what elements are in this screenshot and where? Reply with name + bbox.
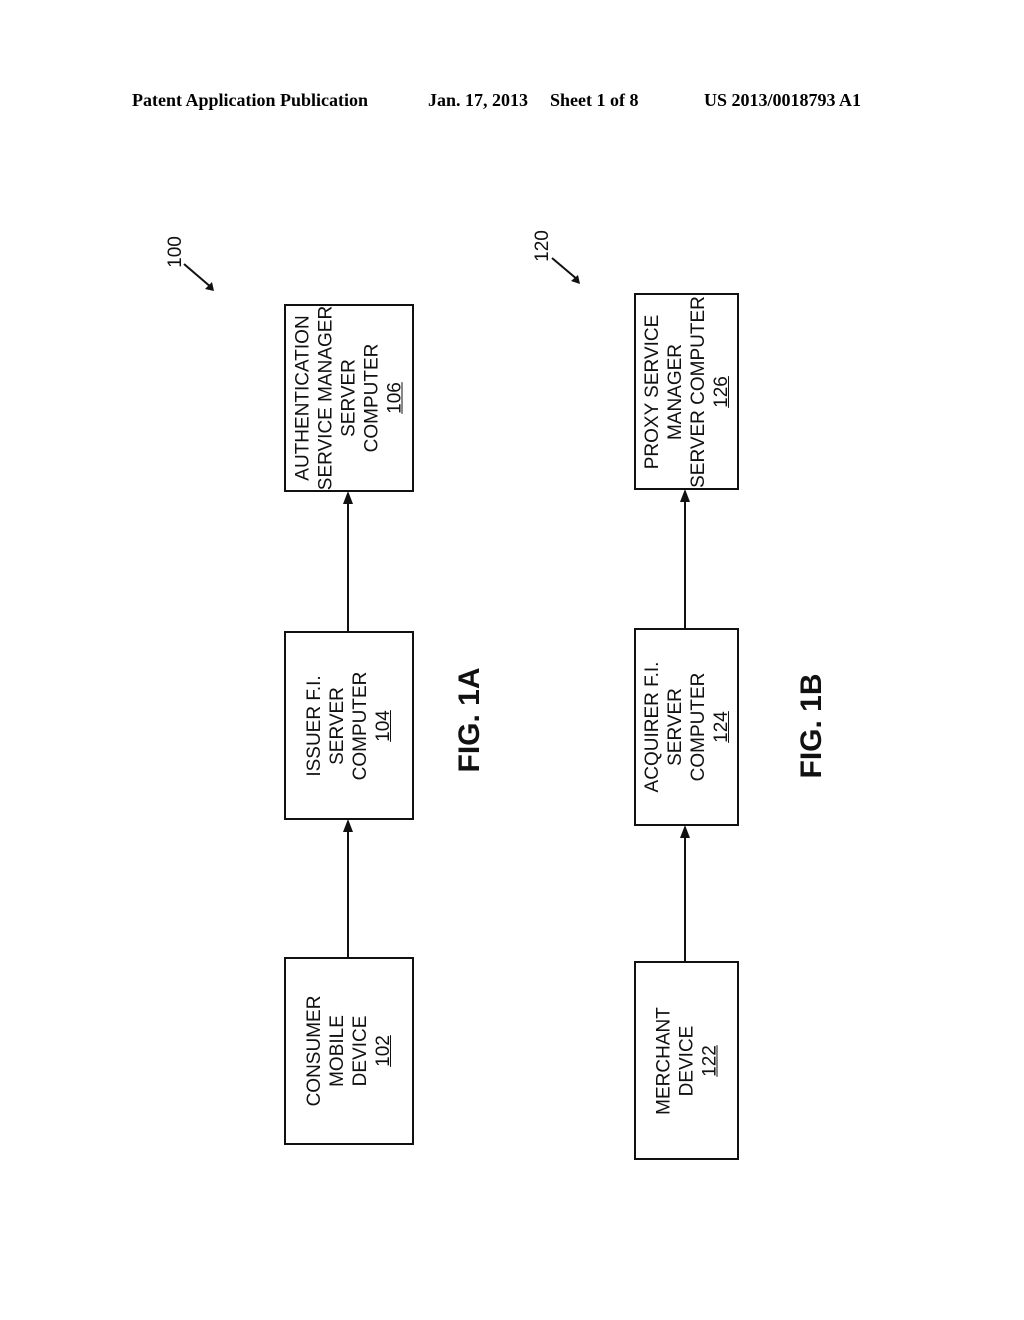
box-ref-numeral: 124 <box>710 711 732 743</box>
box-merchant-device: MERCHANT DEVICE 122 <box>634 961 739 1160</box>
box-label: AUTHENTICATION SERVICE MANAGER SERVER CO… <box>292 306 407 490</box>
box-line: MOBILE <box>327 1015 348 1087</box>
connector-arrows <box>183 257 690 961</box>
box-line: AUTHENTICATION <box>292 315 314 481</box>
box-label: ACQUIRER F.I. SERVER COMPUTER 124 <box>641 662 733 793</box>
box-label: CONSUMER MOBILE DEVICE 102 <box>303 996 395 1107</box>
box-line: SERVER <box>327 686 348 765</box>
box-line: SERVER <box>338 359 360 437</box>
box-consumer-mobile-device: CONSUMER MOBILE DEVICE 102 <box>284 957 414 1145</box>
box-proxy-service-manager: PROXY SERVICE MANAGER SERVER COMPUTER 12… <box>634 293 739 490</box>
box-line: SERVICE MANAGER <box>315 305 337 491</box>
ref-numeral-100: 100 <box>165 236 186 268</box>
box-line: MERCHANT <box>653 1006 674 1115</box>
box-line: ISSUER F.I. <box>304 674 325 777</box>
box-line: DEVICE <box>676 1025 697 1096</box>
box-label: ISSUER F.I. SERVER COMPUTER 104 <box>303 671 395 780</box>
ref-arrow-100 <box>183 263 213 289</box>
box-line: COMPUTER <box>687 672 709 782</box>
box-label: MERCHANT DEVICE 122 <box>652 1007 721 1115</box>
box-line: PROXY SERVICE <box>641 314 663 469</box>
arrowhead-126 <box>680 489 690 502</box>
box-ref-numeral: 126 <box>710 375 732 408</box>
box-line: SERVER <box>664 688 686 766</box>
box-line: CONSUMER <box>304 995 325 1107</box>
ref-arrow-120 <box>551 257 579 281</box>
box-line: COMPUTER <box>361 343 383 453</box>
box-ref-numeral: 122 <box>699 1044 720 1077</box>
box-ref-numeral: 104 <box>373 709 394 742</box>
box-acquirer-fi-server: ACQUIRER F.I. SERVER COMPUTER 124 <box>634 628 739 826</box>
arrowhead-106 <box>343 491 353 504</box>
box-line: COMPUTER <box>350 671 371 780</box>
box-line: DEVICE <box>350 1015 371 1087</box>
box-label: PROXY SERVICE MANAGER SERVER COMPUTER 12… <box>641 296 733 488</box>
box-ref-numeral: 106 <box>384 382 406 414</box>
figure-label-1a: FIG. 1A <box>453 667 486 773</box>
box-line: SERVER COMPUTER <box>687 295 709 488</box>
box-issuer-fi-server: ISSUER F.I. SERVER COMPUTER 104 <box>284 631 414 820</box>
figure-label-1b: FIG. 1B <box>795 673 828 779</box>
box-line: MANAGER <box>664 343 686 440</box>
arrowhead-124 <box>680 825 690 838</box>
arrowhead-104 <box>343 819 353 832</box>
ref-numeral-120: 120 <box>532 230 553 262</box>
box-line: ACQUIRER F.I. <box>641 661 663 793</box>
box-authentication-service-manager: AUTHENTICATION SERVICE MANAGER SERVER CO… <box>284 304 414 492</box>
box-ref-numeral: 102 <box>373 1035 394 1067</box>
